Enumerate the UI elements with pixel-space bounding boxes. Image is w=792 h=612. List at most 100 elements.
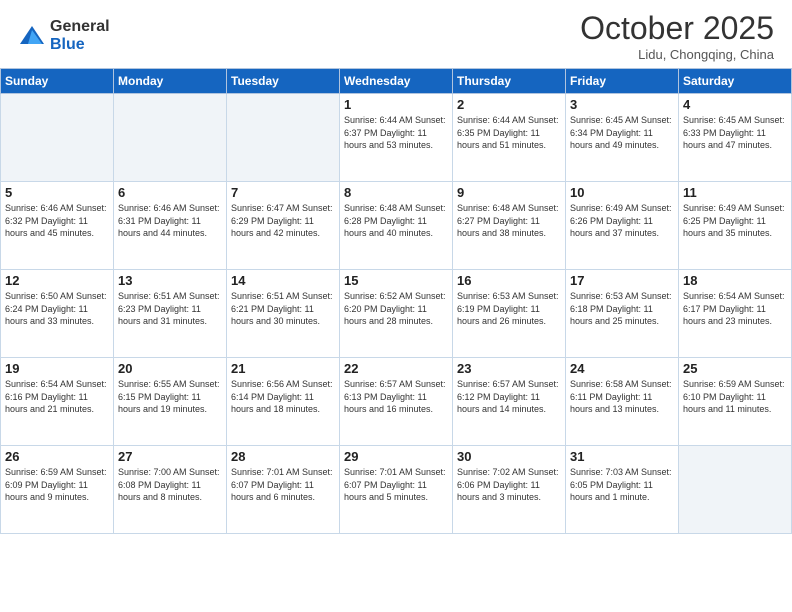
day-info: Sunrise: 6:44 AM Sunset: 6:37 PM Dayligh… bbox=[344, 114, 448, 152]
weekday-header: Monday bbox=[114, 69, 227, 94]
day-number: 17 bbox=[570, 273, 674, 288]
day-number: 29 bbox=[344, 449, 448, 464]
logo-icon bbox=[18, 22, 46, 50]
calendar-cell: 13Sunrise: 6:51 AM Sunset: 6:23 PM Dayli… bbox=[114, 270, 227, 358]
day-info: Sunrise: 6:44 AM Sunset: 6:35 PM Dayligh… bbox=[457, 114, 561, 152]
weekday-header: Friday bbox=[566, 69, 679, 94]
logo-general-text: General bbox=[50, 18, 110, 36]
day-info: Sunrise: 6:59 AM Sunset: 6:10 PM Dayligh… bbox=[683, 378, 787, 416]
weekday-header: Wednesday bbox=[340, 69, 453, 94]
day-number: 16 bbox=[457, 273, 561, 288]
day-info: Sunrise: 6:58 AM Sunset: 6:11 PM Dayligh… bbox=[570, 378, 674, 416]
calendar-cell bbox=[227, 94, 340, 182]
day-info: Sunrise: 7:01 AM Sunset: 6:07 PM Dayligh… bbox=[231, 466, 335, 504]
day-number: 4 bbox=[683, 97, 787, 112]
day-number: 14 bbox=[231, 273, 335, 288]
calendar-cell: 31 Sunrise: 7:03 AM Sunset: 6:05 PM Dayli… bbox=[566, 446, 679, 534]
calendar-cell: 3 Sunrise: 6:45 AM Sunset: 6:34 PM Daylig… bbox=[566, 94, 679, 182]
logo: General Blue bbox=[18, 18, 110, 53]
day-number: 25 bbox=[683, 361, 787, 376]
calendar-cell: 30 Sunrise: 7:02 AM Sunset: 6:06 PM Dayli… bbox=[453, 446, 566, 534]
header: General Blue October 2025 Lidu, Chongqin… bbox=[0, 0, 792, 68]
day-info: Sunrise: 6:54 AM Sunset: 6:16 PM Dayligh… bbox=[5, 378, 109, 416]
logo-text: General Blue bbox=[50, 18, 110, 53]
day-number: 9 bbox=[457, 185, 561, 200]
day-number: 24 bbox=[570, 361, 674, 376]
calendar-row: 12 Sunrise: 6:50 AM Sunset: 6:24 PM Dayli… bbox=[1, 270, 792, 358]
calendar-cell: 1 Sunrise: 6:44 AM Sunset: 6:37 PM Daylig… bbox=[340, 94, 453, 182]
calendar-cell: 14Sunrise: 6:51 AM Sunset: 6:21 PM Dayli… bbox=[227, 270, 340, 358]
day-info: Sunrise: 6:46 AM Sunset: 6:32 PM Dayligh… bbox=[5, 202, 109, 240]
day-number: 26 bbox=[5, 449, 109, 464]
day-info: Sunrise: 6:55 AM Sunset: 6:15 PM Dayligh… bbox=[118, 378, 222, 416]
calendar-row: 26Sunrise: 6:59 AM Sunset: 6:09 PM Dayli… bbox=[1, 446, 792, 534]
day-number: 7 bbox=[231, 185, 335, 200]
calendar-cell: 24 Sunrise: 6:58 AM Sunset: 6:11 PM Dayli… bbox=[566, 358, 679, 446]
calendar-cell: 16 Sunrise: 6:53 AM Sunset: 6:19 PM Dayli… bbox=[453, 270, 566, 358]
calendar-cell bbox=[679, 446, 792, 534]
day-info: Sunrise: 6:49 AM Sunset: 6:26 PM Dayligh… bbox=[570, 202, 674, 240]
day-info: Sunrise: 7:02 AM Sunset: 6:06 PM Dayligh… bbox=[457, 466, 561, 504]
day-info: Sunrise: 6:57 AM Sunset: 6:12 PM Dayligh… bbox=[457, 378, 561, 416]
calendar-cell: 9 Sunrise: 6:48 AM Sunset: 6:27 PM Daylig… bbox=[453, 182, 566, 270]
calendar-cell: 5 Sunrise: 6:46 AM Sunset: 6:32 PM Daylig… bbox=[1, 182, 114, 270]
calendar-cell: 2 Sunrise: 6:44 AM Sunset: 6:35 PM Daylig… bbox=[453, 94, 566, 182]
day-number: 3 bbox=[570, 97, 674, 112]
calendar-row: 1 Sunrise: 6:44 AM Sunset: 6:37 PM Daylig… bbox=[1, 94, 792, 182]
day-number: 5 bbox=[5, 185, 109, 200]
day-info: Sunrise: 6:53 AM Sunset: 6:19 PM Dayligh… bbox=[457, 290, 561, 328]
day-number: 19 bbox=[5, 361, 109, 376]
day-number: 10 bbox=[570, 185, 674, 200]
calendar-cell: 27 Sunrise: 7:00 AM Sunset: 6:08 PM Dayli… bbox=[114, 446, 227, 534]
title-block: October 2025 Lidu, Chongqing, China bbox=[580, 10, 774, 62]
calendar-cell bbox=[1, 94, 114, 182]
weekday-header: Sunday bbox=[1, 69, 114, 94]
calendar-cell: 20 Sunrise: 6:55 AM Sunset: 6:15 PM Dayli… bbox=[114, 358, 227, 446]
calendar-cell: 22Sunrise: 6:57 AM Sunset: 6:13 PM Dayli… bbox=[340, 358, 453, 446]
day-info: Sunrise: 6:50 AM Sunset: 6:24 PM Dayligh… bbox=[5, 290, 109, 328]
day-number: 12 bbox=[5, 273, 109, 288]
day-number: 30 bbox=[457, 449, 561, 464]
day-number: 6 bbox=[118, 185, 222, 200]
calendar-row: 19 Sunrise: 6:54 AM Sunset: 6:16 PM Dayli… bbox=[1, 358, 792, 446]
day-number: 31 bbox=[570, 449, 674, 464]
day-number: 13 bbox=[118, 273, 222, 288]
calendar-cell: 18Sunrise: 6:54 AM Sunset: 6:17 PM Dayli… bbox=[679, 270, 792, 358]
calendar-cell bbox=[114, 94, 227, 182]
calendar-cell: 10 Sunrise: 6:49 AM Sunset: 6:26 PM Dayli… bbox=[566, 182, 679, 270]
day-number: 27 bbox=[118, 449, 222, 464]
calendar-cell: 21Sunrise: 6:56 AM Sunset: 6:14 PM Dayli… bbox=[227, 358, 340, 446]
calendar-cell: 25 Sunrise: 6:59 AM Sunset: 6:10 PM Dayli… bbox=[679, 358, 792, 446]
day-info: Sunrise: 6:53 AM Sunset: 6:18 PM Dayligh… bbox=[570, 290, 674, 328]
day-info: Sunrise: 6:56 AM Sunset: 6:14 PM Dayligh… bbox=[231, 378, 335, 416]
calendar-row: 5 Sunrise: 6:46 AM Sunset: 6:32 PM Daylig… bbox=[1, 182, 792, 270]
calendar-cell: 8Sunrise: 6:48 AM Sunset: 6:28 PM Daylig… bbox=[340, 182, 453, 270]
calendar-cell: 7Sunrise: 6:47 AM Sunset: 6:29 PM Daylig… bbox=[227, 182, 340, 270]
day-number: 22 bbox=[344, 361, 448, 376]
day-number: 2 bbox=[457, 97, 561, 112]
day-info: Sunrise: 6:54 AM Sunset: 6:17 PM Dayligh… bbox=[683, 290, 787, 328]
calendar-header-row: SundayMondayTuesdayWednesdayThursdayFrid… bbox=[1, 69, 792, 94]
day-info: Sunrise: 6:46 AM Sunset: 6:31 PM Dayligh… bbox=[118, 202, 222, 240]
day-info: Sunrise: 7:03 AM Sunset: 6:05 PM Dayligh… bbox=[570, 466, 674, 504]
day-number: 28 bbox=[231, 449, 335, 464]
day-number: 1 bbox=[344, 97, 448, 112]
day-info: Sunrise: 7:00 AM Sunset: 6:08 PM Dayligh… bbox=[118, 466, 222, 504]
day-info: Sunrise: 6:45 AM Sunset: 6:34 PM Dayligh… bbox=[570, 114, 674, 152]
calendar-cell: 17 Sunrise: 6:53 AM Sunset: 6:18 PM Dayli… bbox=[566, 270, 679, 358]
calendar-cell: 6 Sunrise: 6:46 AM Sunset: 6:31 PM Daylig… bbox=[114, 182, 227, 270]
day-info: Sunrise: 6:45 AM Sunset: 6:33 PM Dayligh… bbox=[683, 114, 787, 152]
day-number: 20 bbox=[118, 361, 222, 376]
day-number: 15 bbox=[344, 273, 448, 288]
day-number: 8 bbox=[344, 185, 448, 200]
calendar-cell: 28 Sunrise: 7:01 AM Sunset: 6:07 PM Dayli… bbox=[227, 446, 340, 534]
calendar-cell: 11Sunrise: 6:49 AM Sunset: 6:25 PM Dayli… bbox=[679, 182, 792, 270]
weekday-header: Thursday bbox=[453, 69, 566, 94]
day-info: Sunrise: 6:49 AM Sunset: 6:25 PM Dayligh… bbox=[683, 202, 787, 240]
calendar-cell: 19 Sunrise: 6:54 AM Sunset: 6:16 PM Dayli… bbox=[1, 358, 114, 446]
calendar-table: SundayMondayTuesdayWednesdayThursdayFrid… bbox=[0, 68, 792, 534]
day-info: Sunrise: 7:01 AM Sunset: 6:07 PM Dayligh… bbox=[344, 466, 448, 504]
weekday-header: Tuesday bbox=[227, 69, 340, 94]
day-info: Sunrise: 6:48 AM Sunset: 6:27 PM Dayligh… bbox=[457, 202, 561, 240]
logo-blue-text: Blue bbox=[50, 36, 110, 54]
